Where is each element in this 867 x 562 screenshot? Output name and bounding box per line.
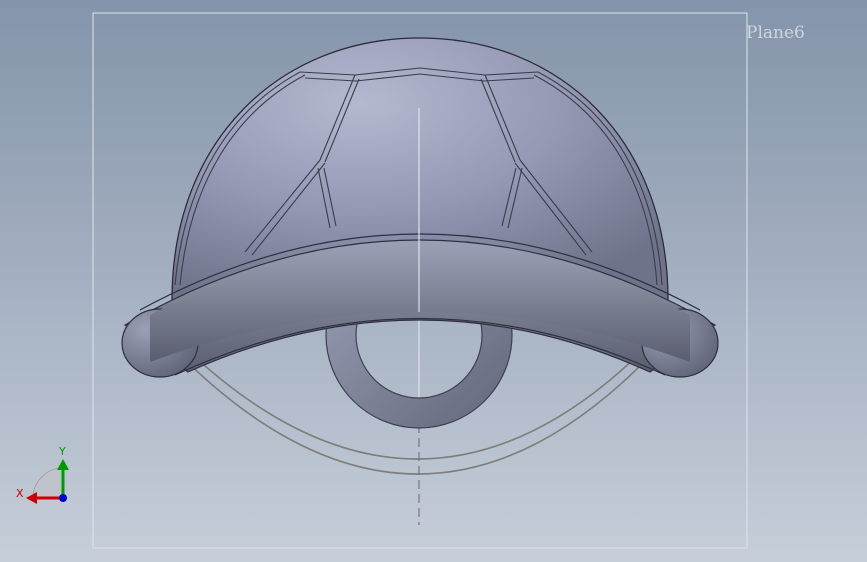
triad-origin-sector [32, 467, 64, 499]
view-triad[interactable]: Y X [16, 445, 69, 504]
triad-y-arrow [57, 459, 69, 470]
model-scene[interactable]: Plane6 Y X [0, 0, 867, 562]
triad-y-label: Y [58, 445, 66, 458]
triad-x-arrow [26, 492, 37, 504]
triad-z-axis [59, 494, 67, 502]
graphics-viewport[interactable]: Plane6 Y X [0, 0, 867, 562]
triad-x-label: X [16, 487, 24, 500]
plane-label[interactable]: Plane6 [746, 23, 805, 43]
